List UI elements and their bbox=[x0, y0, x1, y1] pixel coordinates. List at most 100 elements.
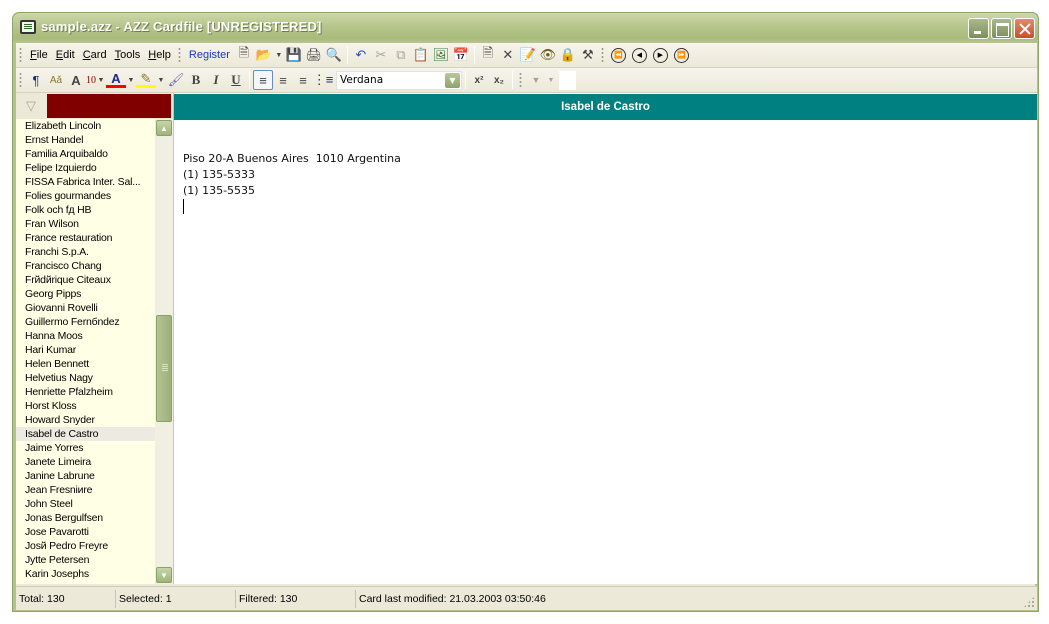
copy-icon[interactable]: ⧉ bbox=[391, 45, 411, 65]
toolbar-grip[interactable] bbox=[19, 46, 22, 64]
list-item[interactable]: Elizabeth Lincoln bbox=[16, 119, 155, 133]
toolbar-grip[interactable] bbox=[600, 46, 604, 64]
tools-icon[interactable]: ⚒ bbox=[578, 45, 598, 65]
list-item[interactable]: Francisco Chang bbox=[16, 259, 155, 273]
list-item[interactable]: FISSA Fabrica Inter. Sal... bbox=[16, 175, 155, 189]
list-item[interactable]: Giovanni Rovelli bbox=[16, 301, 155, 315]
filter-input[interactable] bbox=[47, 94, 171, 118]
font-color-icon[interactable]: A bbox=[106, 71, 126, 88]
last-record-icon[interactable]: ⏩ bbox=[673, 47, 689, 63]
list-item[interactable]: Folk och fд HB bbox=[16, 203, 155, 217]
list-item[interactable]: Fran Wilson bbox=[16, 217, 155, 231]
bold-button[interactable]: B bbox=[186, 70, 206, 90]
chevron-down-icon[interactable]: ▼ bbox=[126, 70, 136, 90]
filter-icon[interactable]: ▽ bbox=[18, 96, 44, 116]
color-swatch[interactable] bbox=[559, 70, 576, 90]
cut-icon[interactable]: ✂ bbox=[371, 45, 391, 65]
list-item[interactable]: Franchi S.p.A. bbox=[16, 245, 155, 259]
list-item[interactable]: Helen Bennett bbox=[16, 357, 155, 371]
card-editor[interactable]: Piso 20-A Buenos Aires 1010 Argentina (1… bbox=[183, 151, 401, 214]
chevron-down-icon[interactable]: ▼ bbox=[156, 70, 166, 90]
scroll-down-icon[interactable]: ▼ bbox=[156, 567, 172, 583]
chevron-down-icon[interactable]: ▼ bbox=[274, 45, 284, 65]
list-item[interactable]: Ernst Handel bbox=[16, 133, 155, 147]
paste-icon[interactable]: 📋 bbox=[411, 45, 431, 65]
list-item[interactable]: Familia Arquibaldo bbox=[16, 147, 155, 161]
save-icon[interactable]: 💾 bbox=[284, 45, 304, 65]
list-item[interactable]: Janete Limeira bbox=[16, 455, 155, 469]
align-left-icon[interactable]: ≡ bbox=[253, 70, 273, 90]
print-icon[interactable]: 🖨 bbox=[304, 45, 324, 65]
scroll-up-icon[interactable]: ▲ bbox=[156, 120, 172, 136]
list-item[interactable]: Jonas Bergulfsen bbox=[16, 511, 155, 525]
list-item[interactable]: Georg Pipps bbox=[16, 287, 155, 301]
align-right-icon[interactable]: ≡ bbox=[293, 70, 313, 90]
list-item[interactable]: Helvetius Nagy bbox=[16, 371, 155, 385]
list-item[interactable]: Hari Kumar bbox=[16, 343, 155, 357]
highlight-icon[interactable]: ✎ bbox=[136, 71, 156, 88]
card-text-line[interactable]: (1) 135-5333 bbox=[183, 167, 401, 183]
list-item[interactable]: France restauration bbox=[16, 231, 155, 245]
menu-file[interactable]: File bbox=[26, 49, 52, 61]
resize-grip[interactable] bbox=[1023, 596, 1035, 608]
menu-tools[interactable]: Tools bbox=[111, 49, 145, 61]
font-name-select[interactable]: Verdana ▼ bbox=[336, 70, 462, 90]
card-properties-icon[interactable]: 📝 bbox=[518, 45, 538, 65]
list-item[interactable]: Folies gourmandes bbox=[16, 189, 155, 203]
list-item[interactable]: Karin Josephs bbox=[16, 567, 155, 581]
menu-card[interactable]: Card bbox=[79, 49, 111, 61]
list-item[interactable]: Jean Fresniиre bbox=[16, 483, 155, 497]
card-text-line[interactable]: (1) 135-5535 bbox=[183, 183, 401, 199]
first-record-icon[interactable]: ⏪ bbox=[610, 47, 626, 63]
toolbar-grip[interactable] bbox=[19, 71, 22, 89]
next-record-icon[interactable]: ▶ bbox=[652, 47, 668, 63]
list-item[interactable]: Guillermo Fernбndez bbox=[16, 315, 155, 329]
scrollbar-thumb[interactable] bbox=[156, 315, 172, 422]
minimize-button[interactable] bbox=[968, 18, 989, 39]
toolbar-grip[interactable] bbox=[177, 46, 181, 64]
list-item[interactable]: Felipe Izquierdo bbox=[16, 161, 155, 175]
format-painter-icon[interactable]: 🖌 bbox=[166, 70, 186, 90]
previous-record-icon[interactable]: ◀ bbox=[631, 47, 647, 63]
toolbar-grip[interactable] bbox=[519, 71, 522, 89]
menu-edit[interactable]: Edit bbox=[52, 49, 79, 61]
italic-button[interactable]: I bbox=[206, 70, 226, 90]
underline-button[interactable]: U bbox=[226, 70, 246, 90]
list-item[interactable]: Jose Pavarotti bbox=[16, 525, 155, 539]
chevron-down-icon[interactable]: ▼ bbox=[546, 70, 556, 90]
register-link[interactable]: Register bbox=[185, 49, 234, 61]
print-preview-icon[interactable]: 🔍 bbox=[324, 45, 344, 65]
list-item[interactable]: Isabel de Castro bbox=[16, 427, 155, 441]
new-card-icon[interactable]: 🗎 bbox=[478, 45, 498, 65]
superscript-button[interactable]: x² bbox=[469, 70, 489, 90]
card-text-line[interactable]: Piso 20-A Buenos Aires 1010 Argentina bbox=[183, 151, 401, 167]
font-size-value[interactable]: 10 bbox=[86, 75, 96, 86]
close-button[interactable] bbox=[1014, 18, 1035, 39]
list-item[interactable]: John Steel bbox=[16, 497, 155, 511]
list-item[interactable]: Henriette Pfalzheim bbox=[16, 385, 155, 399]
undo-icon[interactable]: ↶ bbox=[351, 45, 371, 65]
chevron-down-icon[interactable]: ▼ bbox=[96, 70, 106, 90]
delete-icon[interactable]: ✕ bbox=[498, 45, 518, 65]
chevron-down-icon[interactable]: ▼ bbox=[445, 72, 460, 88]
subscript-button[interactable]: x₂ bbox=[489, 70, 509, 90]
app-icon[interactable] bbox=[20, 20, 36, 34]
font-size-icon[interactable]: A bbox=[66, 70, 86, 90]
list-item[interactable]: Josй Pedro Freyre bbox=[16, 539, 155, 553]
maximize-button[interactable] bbox=[991, 18, 1012, 39]
align-center-icon[interactable]: ≡ bbox=[273, 70, 293, 90]
bullet-list-icon[interactable]: ⋮≡ bbox=[313, 70, 334, 90]
dropdown-arrow-icon[interactable]: ▼ bbox=[526, 70, 546, 90]
find-binoculars-icon[interactable]: 👁 bbox=[538, 45, 558, 65]
title-bar[interactable]: sample.azz - AZZ Cardfile [UNREGISTERED] bbox=[13, 13, 1038, 43]
list-item[interactable]: Jytte Petersen bbox=[16, 553, 155, 567]
menu-help[interactable]: Help bbox=[144, 49, 175, 61]
insert-date-icon[interactable]: 📅 bbox=[451, 45, 471, 65]
paragraph-icon[interactable]: ¶ bbox=[26, 70, 46, 90]
lock-icon[interactable]: 🔒 bbox=[558, 45, 578, 65]
font-style-icon[interactable]: Aǎ bbox=[46, 70, 66, 90]
list-item[interactable]: Frйdйrique Citeaux bbox=[16, 273, 155, 287]
open-folder-icon[interactable]: 📂 bbox=[254, 45, 274, 65]
vertical-scrollbar[interactable]: ▲ ▼ bbox=[155, 119, 173, 584]
list-item[interactable]: Howard Snyder bbox=[16, 413, 155, 427]
